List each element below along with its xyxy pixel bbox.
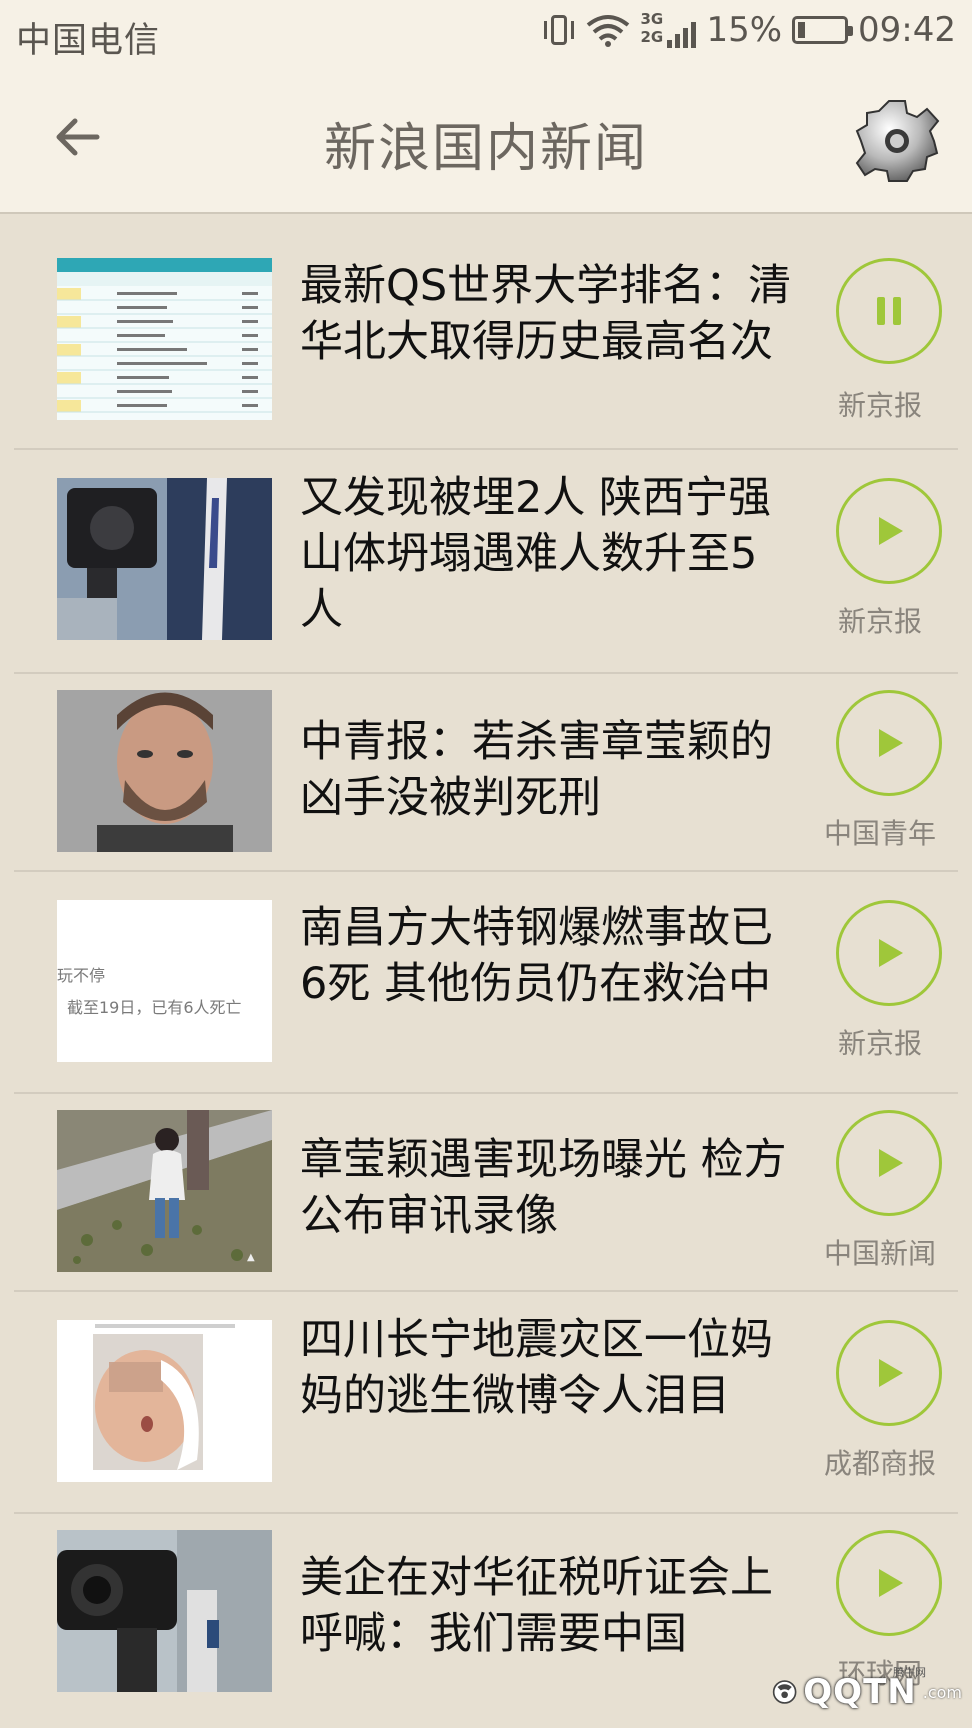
play-button[interactable] <box>836 1320 942 1426</box>
news-thumbnail-baby-photo <box>57 1320 272 1482</box>
news-headline[interactable]: 南昌方大特钢爆燃事故已6死 其他伤员仍在救治中 <box>300 900 800 1012</box>
play-icon <box>879 1569 903 1597</box>
pause-icon <box>877 297 901 325</box>
news-headline[interactable]: 又发现被埋2人 陕西宁强山体坍塌遇难人数升至5人 <box>300 470 800 638</box>
play-button[interactable] <box>836 478 942 584</box>
play-icon <box>879 1359 903 1387</box>
play-button[interactable] <box>836 1110 942 1216</box>
news-source: 中国新闻 <box>823 1237 936 1270</box>
news-thumbnail-camera-crew <box>57 1530 272 1692</box>
list-item[interactable]: 又发现被埋2人 陕西宁强山体坍塌遇难人数升至5人 新京报 <box>0 450 972 674</box>
news-list: 最新QS世界大学排名：清华北大取得历史最高名次 新京报 又发现被埋2人 陕西宁强… <box>0 216 972 1714</box>
settings-button[interactable] <box>854 98 940 184</box>
status-icons: 3G 2G 15% 09:42 <box>542 10 956 50</box>
gear-icon <box>855 100 940 182</box>
play-icon <box>879 939 903 967</box>
app-header: 新浪国内新闻 <box>0 64 972 214</box>
play-button[interactable] <box>836 900 942 1006</box>
news-source: 新京报 <box>837 605 922 638</box>
news-thumbnail-street-scene: ▲ <box>57 1110 272 1272</box>
news-headline[interactable]: 章莹颖遇害现场曝光 检方公布审讯录像 <box>300 1132 800 1244</box>
news-headline[interactable]: 最新QS世界大学排名：清华北大取得历史最高名次 <box>300 258 800 370</box>
thumbnail-snippet-line: 玩不停 <box>57 966 106 985</box>
news-thumbnail-text-snippet: 玩不停 ，截至19日，已有6人死亡 <box>57 900 272 1062</box>
watermark-suffix: .com <box>922 1682 962 1702</box>
news-headline[interactable]: 中青报：若杀害章莹颖的凶手没被判死刑 <box>300 714 800 826</box>
vibrate-icon <box>542 13 576 47</box>
watermark-site: 腾牛网 <box>893 1666 926 1679</box>
news-source: 新京报 <box>837 389 922 422</box>
list-item[interactable]: 玩不停 ，截至19日，已有6人死亡 南昌方大特钢爆燃事故已6死 其他伤员仍在救治… <box>0 872 972 1094</box>
list-item[interactable]: 中青报：若杀害章莹颖的凶手没被判死刑 中国青年 <box>0 674 972 872</box>
news-thumbnail-camera-press <box>57 478 272 640</box>
news-source: 成都商报 <box>823 1447 936 1480</box>
carrier-name: 中国电信 <box>16 21 161 61</box>
play-button[interactable] <box>836 690 942 796</box>
news-source: 新京报 <box>837 1027 922 1060</box>
network-label-bottom: 2G <box>640 28 664 46</box>
play-icon <box>879 1149 903 1177</box>
pause-button[interactable] <box>836 258 942 364</box>
list-item[interactable]: ▲ 章莹颖遇害现场曝光 检方公布审讯录像 中国新闻 <box>0 1094 972 1292</box>
page-title: 新浪国内新闻 <box>323 119 648 179</box>
play-icon <box>879 517 903 545</box>
list-item[interactable]: 四川长宁地震灾区一位妈妈的逃生微博令人泪目 成都商报 <box>0 1292 972 1514</box>
svg-text:▲: ▲ <box>247 1252 255 1263</box>
thumbnail-snippet-line: ，截至19日，已有6人死亡 <box>57 998 242 1017</box>
status-bar: 中国电信 3G 2G 15% 09:42 <box>0 0 972 64</box>
play-icon <box>879 729 903 757</box>
battery-icon <box>792 16 854 44</box>
news-thumbnail-ranking-table <box>57 258 272 420</box>
news-headline[interactable]: 四川长宁地震灾区一位妈妈的逃生微博令人泪目 <box>300 1312 800 1424</box>
clock: 09:42 <box>858 10 956 50</box>
wifi-icon <box>587 15 630 47</box>
network-label-top: 3G <box>640 10 664 28</box>
news-thumbnail-portrait <box>57 690 272 852</box>
battery-percent: 15% <box>706 10 783 50</box>
news-source: 中国青年 <box>823 817 936 850</box>
watermark-logo: 腾牛网 QQTN .com <box>772 1664 962 1720</box>
play-button[interactable] <box>836 1530 942 1636</box>
list-item[interactable]: 最新QS世界大学排名：清华北大取得历史最高名次 新京报 <box>0 216 972 450</box>
news-headline[interactable]: 美企在对华征税听证会上呼喊：我们需要中国 <box>300 1550 800 1662</box>
signal-icon: 3G 2G <box>640 10 697 50</box>
bull-logo-icon <box>772 1680 797 1704</box>
